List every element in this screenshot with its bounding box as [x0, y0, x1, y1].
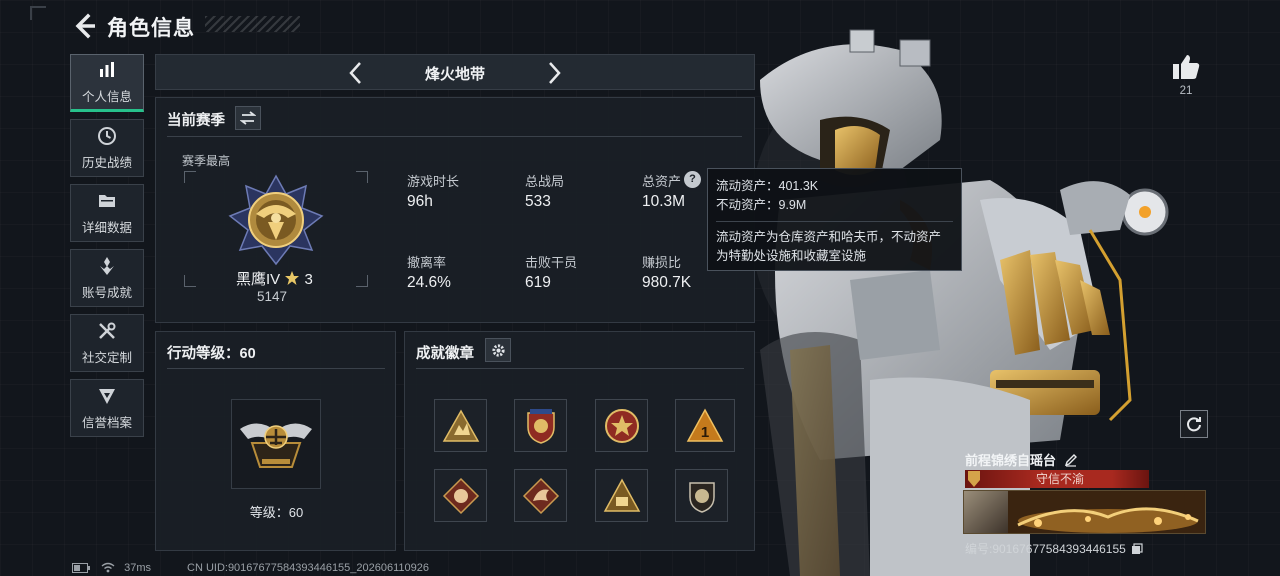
asset-tooltip: 流动资产：401.3K 不动资产：9.9M 流动资产为仓库资产和哈夫币，不动资产… [707, 168, 962, 271]
level-title: 行动等级：60 [167, 346, 256, 362]
diamond-badge-icon [442, 477, 479, 514]
dragon-badge-icon [522, 477, 559, 514]
rank-name-row: 黑鹰IV 3 [236, 268, 313, 289]
badge-slot[interactable] [514, 399, 567, 452]
refresh-button[interactable] [1180, 410, 1208, 438]
rank-triangle-badge-icon [603, 477, 640, 512]
corner-decoration [30, 6, 46, 20]
badge-slot[interactable] [514, 469, 567, 522]
thumbs-up-icon[interactable] [1171, 52, 1201, 82]
level-label: 等级：60 [249, 505, 304, 520]
uid-text: CN UID:9016767758439344615​5_20260611092… [187, 562, 430, 574]
card-banner-image[interactable] [963, 490, 1206, 534]
badges-title: 成就徽章 [416, 346, 474, 362]
chevron-right-icon [549, 62, 561, 84]
badge-slot[interactable] [434, 469, 487, 522]
credit-icon [99, 388, 115, 404]
stat-label-playtime: 游戏时长 [407, 174, 460, 189]
tooltip-description-line2: 为特勤处设施和收藏室设施 [716, 249, 867, 263]
stat-label-profit-ratio: 赚损比 [642, 255, 682, 270]
stat-value-kills: 619 [525, 274, 551, 291]
tooltip-liquid-assets: 流动资产：401.3K [716, 179, 819, 193]
sidebar-item-label: 信誉档案 [81, 415, 132, 430]
gear-icon [491, 343, 505, 357]
stat-label-kills: 击败干员 [525, 255, 578, 270]
badge-settings-button[interactable] [485, 338, 511, 362]
like-count: 21 [1179, 85, 1193, 97]
bar-chart-icon [100, 61, 114, 77]
ping-text: 37ms [124, 562, 152, 574]
refresh-icon [1187, 417, 1201, 432]
season-title: 当前赛季 [167, 113, 225, 129]
sidebar-item-profile[interactable]: 个人信息 [70, 54, 144, 112]
sidebar-item-label: 个人信息 [81, 89, 132, 104]
mode-name: 烽火地带 [424, 66, 485, 83]
card-id-text: 编号:9016767758439344615​5 [965, 542, 1126, 556]
switch-season-button[interactable] [235, 106, 261, 130]
divider [167, 368, 385, 369]
stat-value-extract-rate: 24.6% [407, 274, 451, 291]
sidebar-item-social[interactable]: 社交定制 [70, 314, 144, 372]
sidebar-item-label: 详细数据 [81, 220, 132, 235]
rank-score: 5147 [257, 289, 288, 304]
level-panel: 行动等级：60 等级：60 [155, 331, 396, 551]
credit-medal-icon [968, 471, 980, 487]
sidebar-item-credit[interactable]: 信誉档案 [70, 379, 144, 437]
sidebar-item-label: 账号成就 [81, 285, 132, 300]
edit-pencil-icon[interactable] [1064, 453, 1078, 467]
card-title: 前程锦绣自瑶台 [965, 450, 1078, 469]
card-tag: 守信不渝 [1035, 472, 1084, 486]
tooltip-fixed-assets: 不动资产：9.9M [716, 198, 807, 212]
shield-badge-icon [526, 408, 555, 444]
sidebar-item-history[interactable]: 历史战绩 [70, 119, 144, 177]
stat-value-matches: 533 [525, 193, 551, 210]
battery-icon [72, 563, 90, 573]
stat-value-assets: 10.3M [642, 193, 686, 210]
stat-value-playtime: 96h [407, 193, 433, 210]
next-mode-button[interactable] [536, 55, 572, 91]
folder-icon [99, 194, 115, 207]
sidebar-item-label: 历史战绩 [81, 155, 132, 170]
sidebar-item-achievements[interactable]: 账号成就 [70, 249, 144, 307]
stat-value-profit-ratio: 980.7K [642, 274, 692, 291]
stat-label-matches: 总战局 [525, 174, 565, 189]
achievement-icon [100, 256, 114, 275]
triangle-badge-icon [442, 408, 479, 442]
wifi-icon [101, 562, 115, 573]
stat-label-extract-rate: 撤离率 [407, 255, 447, 270]
help-icon[interactable]: ? [684, 171, 701, 188]
card-name-text: 前程锦绣自瑶台 [965, 453, 1057, 468]
title-stripe-decoration [205, 16, 300, 32]
portrait-thumbnail [964, 491, 1008, 533]
rank-stars: 3 [304, 271, 313, 288]
badge-slot[interactable] [595, 399, 648, 452]
tooltip-description-line1: 流动资产为仓库资产和哈夫币，不动资产 [716, 230, 942, 244]
divider [416, 368, 744, 369]
mode-selector: 烽火地带 [155, 54, 755, 90]
rank-emblem-icon [228, 174, 324, 266]
level-emblem-icon [240, 423, 312, 468]
rank-name: 黑鹰IV [236, 271, 281, 288]
tools-icon [99, 322, 116, 339]
badge-slot[interactable] [595, 469, 648, 522]
divider [167, 136, 742, 137]
banner-art [1008, 491, 1205, 533]
swap-icon [240, 111, 256, 125]
copy-icon[interactable] [1131, 543, 1143, 555]
card-id: 编号:9016767758439344615​5 [965, 540, 1143, 557]
back-arrow-icon[interactable] [70, 12, 98, 40]
stat-label-assets: 总资产 [642, 174, 682, 189]
badge-slot[interactable] [434, 399, 487, 452]
round-star-badge-icon [604, 408, 639, 443]
page-title: 角色信息 [107, 17, 195, 40]
sidebar-item-details[interactable]: 详细数据 [70, 184, 144, 242]
history-icon [98, 126, 116, 145]
network-status: 37ms [72, 562, 151, 574]
sidebar-item-label: 社交定制 [81, 350, 132, 365]
sidebar: 个人信息 历史战绩 详细数据 账号成就 社交定制 信誉档案 [70, 54, 144, 444]
star-icon [285, 271, 300, 285]
season-best-label: 赛季最高 [182, 154, 231, 168]
